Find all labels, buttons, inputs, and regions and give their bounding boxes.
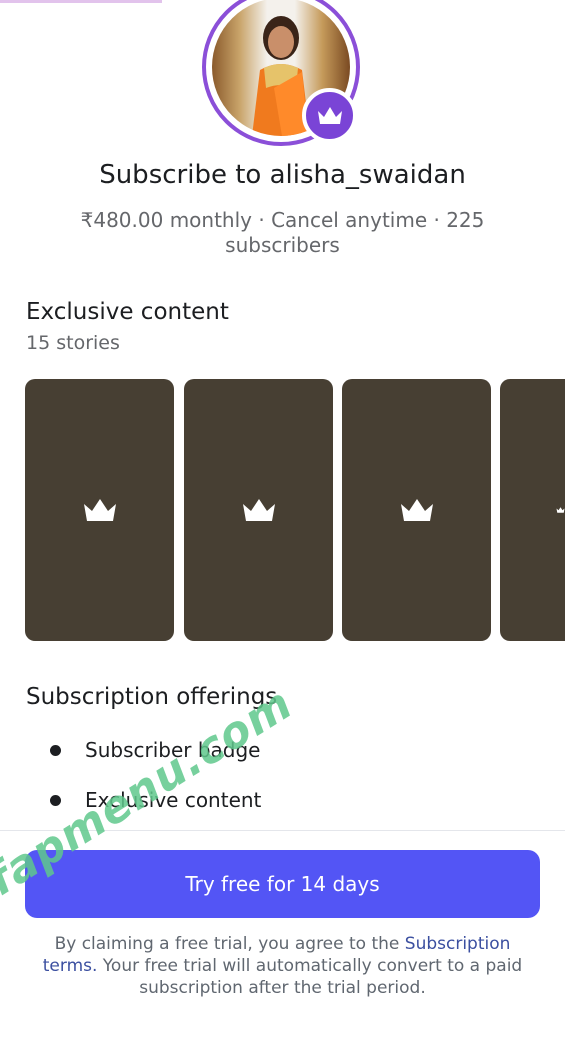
page-title: Subscribe to alisha_swaidan [99,160,466,190]
bullet-icon [50,744,61,756]
crown-icon [317,106,342,124]
legal-prefix: By claiming a free trial, you agree to t… [54,934,405,954]
offering-label: Exclusive content [85,788,262,812]
crown-icon [242,499,275,521]
offering-label: Subscriber badge [85,738,261,762]
list-item: Exclusive content [50,788,261,812]
crown-icon [556,507,565,513]
subscriber-crown-badge [302,88,357,143]
divider [0,830,565,831]
subscription-offerings-heading: Subscription offerings [26,684,278,710]
legal-suffix: Your free trial will automatically conve… [97,956,523,998]
locked-story-card[interactable] [500,379,565,641]
legal-disclaimer: By claiming a free trial, you agree to t… [30,933,535,999]
top-accent-bar [0,0,162,3]
locked-story-card[interactable] [25,379,174,641]
creator-avatar [202,0,360,148]
crown-icon [83,499,116,521]
locked-story-card[interactable] [342,379,491,641]
story-count: 15 stories [26,332,120,354]
subscription-details: ₹480.00 monthly · Cancel anytime · 225 s… [80,208,485,257]
crown-icon [400,499,433,521]
try-free-button[interactable]: Try free for 14 days [25,850,540,918]
locked-story-card[interactable] [184,379,333,641]
list-item: Subscriber badge [50,738,261,762]
exclusive-content-heading: Exclusive content [26,299,229,325]
bullet-icon [50,794,61,806]
